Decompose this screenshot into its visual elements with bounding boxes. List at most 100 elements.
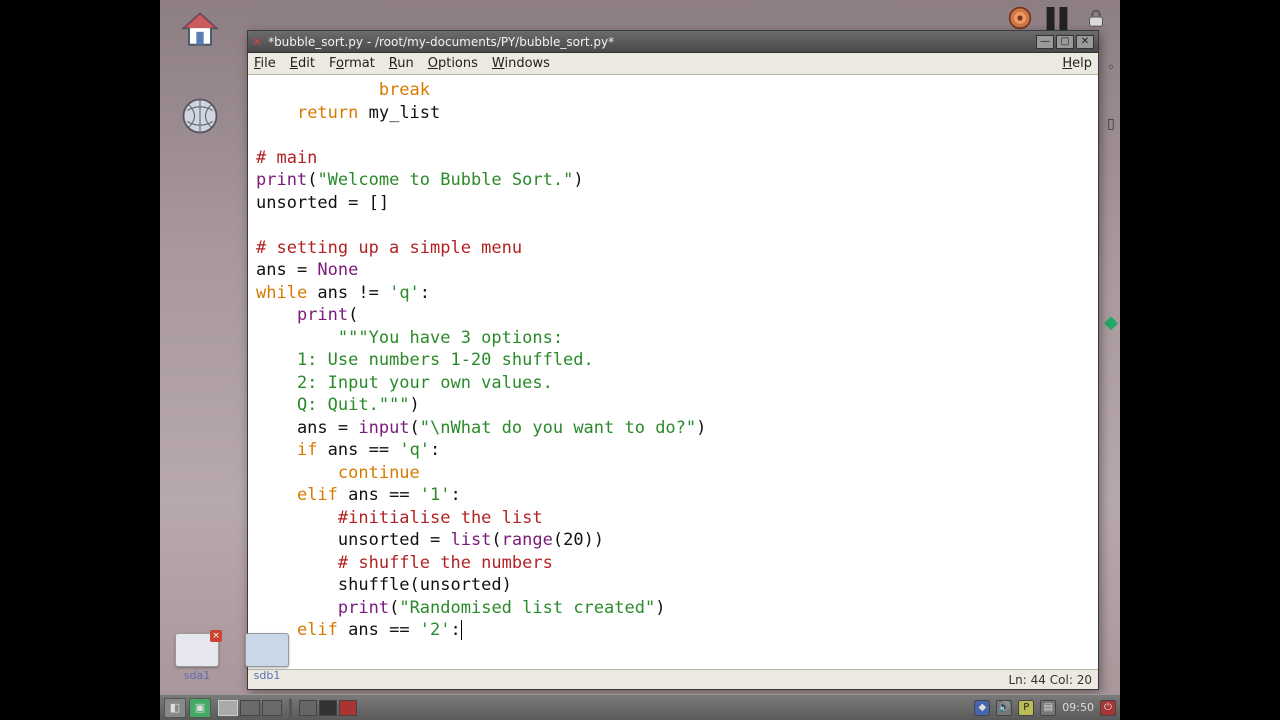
col-value: 20 — [1077, 673, 1092, 687]
builtin-input: input — [358, 418, 409, 438]
window-title: *bubble_sort.py - /root/my-documents/PY/… — [268, 35, 614, 49]
kw-return: return — [297, 103, 358, 123]
tray-p-icon[interactable]: P — [1018, 700, 1034, 716]
statusbar: Ln: 44 Col: 20 — [248, 669, 1098, 689]
comment: #initialise the list — [338, 508, 543, 528]
builtin-range: range — [502, 530, 553, 550]
code-text: ans = — [256, 418, 358, 438]
code-editor[interactable]: break return my_list # main print("Welco… — [248, 75, 1098, 669]
widget-arrow-icon[interactable]: ◆ — [1104, 312, 1118, 333]
code-text: : — [430, 440, 440, 460]
eject-badge-icon: × — [210, 630, 222, 642]
clock[interactable]: 09:50 — [1062, 701, 1094, 714]
comment: # shuffle the numbers — [338, 553, 553, 573]
titlebar[interactable]: ✕ *bubble_sort.py - /root/my-documents/P… — [248, 31, 1098, 53]
menu-help[interactable]: Help — [1062, 56, 1092, 71]
builtin-list: list — [450, 530, 491, 550]
string: '2' — [420, 620, 451, 640]
taskbar: ◧ ▣ ◆ 🔊 P ▤ 09:50 ⏻ — [160, 694, 1120, 720]
top-tray: ▪▪▪▪▪▪ — [1006, 4, 1110, 32]
target-icon[interactable] — [1006, 4, 1034, 32]
workspace-3[interactable] — [262, 700, 282, 716]
code-text: : — [451, 485, 461, 505]
task-item[interactable] — [319, 700, 337, 716]
desktop: ▪▪▪▪▪▪ ◦ ▯ ◆ ✕ *bubble_sort.py - /root/m… — [160, 0, 1120, 720]
ln-label: Ln: — [1009, 673, 1027, 687]
code-text: ( — [491, 530, 501, 550]
letterbox-left — [0, 0, 160, 720]
minimize-button[interactable]: — — [1036, 35, 1054, 49]
lock-icon[interactable] — [1082, 4, 1110, 32]
col-label: Col: — [1050, 673, 1073, 687]
workspace-pager[interactable] — [218, 700, 282, 716]
task-list — [299, 700, 357, 716]
kw-if: if — [297, 440, 317, 460]
code-text: : — [420, 283, 430, 303]
menu-format[interactable]: Format — [329, 56, 375, 71]
kw-elif: elif — [297, 485, 338, 505]
code-text: ans == — [317, 440, 399, 460]
globe-icon[interactable] — [172, 88, 228, 144]
builtin-print: print — [297, 305, 348, 325]
builtin-print: print — [256, 170, 307, 190]
code-text: ) — [696, 418, 706, 438]
code-text: ) — [573, 170, 583, 190]
string: "Welcome to Bubble Sort." — [317, 170, 573, 190]
drive-label: sda1 — [172, 669, 222, 682]
string: "\nWhat do you want to do?" — [420, 418, 696, 438]
menu-windows[interactable]: Windows — [492, 56, 550, 71]
desktop-button[interactable]: ▣ — [189, 698, 211, 718]
code-text: (20)) — [553, 530, 604, 550]
close-button[interactable]: ✕ — [1076, 35, 1094, 49]
code-text: my_list — [358, 103, 440, 123]
kw-while: while — [256, 283, 307, 303]
menu-edit[interactable]: Edit — [290, 56, 315, 71]
code-text: ( — [348, 305, 358, 325]
menu-options[interactable]: Options — [428, 56, 478, 71]
string: Q: Quit.""" — [256, 395, 410, 415]
task-item[interactable] — [339, 700, 357, 716]
tray-power-icon[interactable]: ⏻ — [1100, 700, 1116, 716]
code-text: ) — [655, 598, 665, 618]
launcher-column — [172, 2, 228, 144]
code-text: ( — [389, 598, 399, 618]
code-text: ( — [307, 170, 317, 190]
menu-file[interactable]: File — [254, 56, 276, 71]
close-icon[interactable]: ✕ — [252, 35, 262, 49]
code-text: unsorted = — [256, 530, 450, 550]
string: 2: Input your own values. — [256, 373, 553, 393]
comment: # main — [256, 148, 317, 168]
string: '1' — [420, 485, 451, 505]
menu-button[interactable]: ◧ — [164, 698, 186, 718]
comment: # setting up a simple menu — [256, 238, 522, 258]
workspace-2[interactable] — [240, 700, 260, 716]
text-cursor — [461, 620, 462, 640]
home-icon[interactable] — [172, 2, 228, 58]
tray-app-icon[interactable]: ◆ — [974, 700, 990, 716]
kw-break: break — [379, 80, 430, 100]
drive-sdb1[interactable]: sdb1 — [242, 633, 292, 682]
code-text: ) — [410, 395, 420, 415]
drive-sda1[interactable]: × sda1 — [172, 633, 222, 682]
kw-elif: elif — [297, 620, 338, 640]
code-text: ans = — [256, 260, 317, 280]
kw-continue: continue — [338, 463, 420, 483]
code-text: ( — [410, 418, 420, 438]
ln-value: 44 — [1031, 673, 1046, 687]
right-edge-widgets: ◦ ▯ ◆ — [1102, 60, 1120, 333]
workspace-1[interactable] — [218, 700, 238, 716]
volume-icon[interactable]: 🔊 — [996, 700, 1012, 716]
tray-doc-icon[interactable]: ▤ — [1040, 700, 1056, 716]
builtin-none: None — [317, 260, 358, 280]
widget-dot-icon[interactable]: ◦ — [1107, 60, 1115, 76]
letterbox-right — [1120, 0, 1280, 720]
code-text: : — [451, 620, 461, 640]
task-item[interactable] — [299, 700, 317, 716]
maximize-button[interactable]: ▢ — [1056, 35, 1074, 49]
menu-run[interactable]: Run — [389, 56, 414, 71]
grid-icon[interactable]: ▪▪▪▪▪▪ — [1044, 4, 1072, 32]
code-text: ans == — [338, 485, 420, 505]
widget-device-icon[interactable]: ▯ — [1107, 116, 1115, 132]
builtin-print: print — [338, 598, 389, 618]
menubar: File Edit Format Run Options Windows Hel… — [248, 53, 1098, 75]
